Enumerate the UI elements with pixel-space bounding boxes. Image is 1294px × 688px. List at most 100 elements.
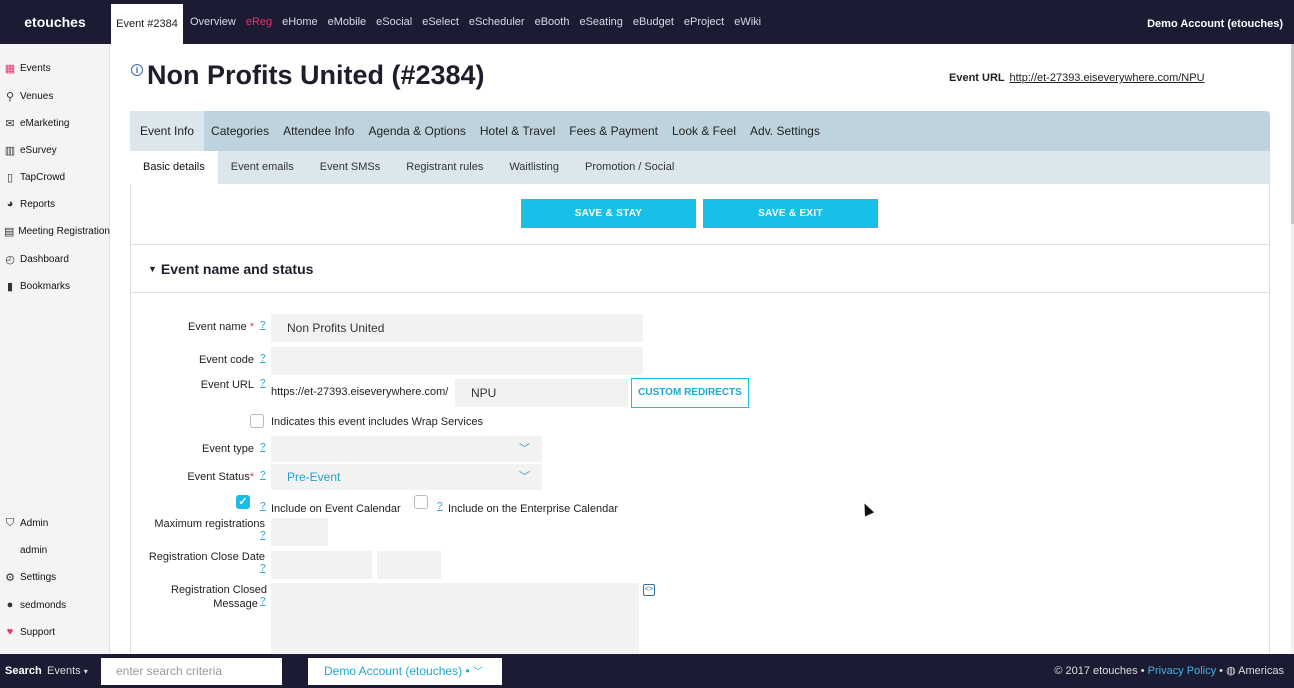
tab-adv-settings[interactable]: Adv. Settings: [743, 111, 827, 151]
primary-tabs: Event Info Categories Attendee Info Agen…: [130, 111, 1270, 151]
help-link[interactable]: ?: [260, 563, 266, 574]
tab-basic-details[interactable]: Basic details: [130, 151, 218, 184]
reg-close-time-field[interactable]: [377, 551, 441, 579]
nav-esocial[interactable]: eSocial: [376, 16, 412, 28]
privacy-policy-link[interactable]: Privacy Policy: [1148, 665, 1216, 677]
help-link[interactable]: ?: [260, 596, 266, 607]
top-nav: Overview eReg eHome eMobile eSocial eSel…: [190, 0, 771, 44]
sidebar-item-label: eSurvey: [20, 144, 57, 156]
shield-icon: ⛉: [5, 516, 15, 529]
event-name-field[interactable]: Non Profits United: [271, 314, 643, 342]
nav-emobile[interactable]: eMobile: [328, 16, 367, 28]
enterprise-calendar-checkbox[interactable]: [414, 495, 428, 509]
reg-close-date-label: Registration Close Date: [148, 551, 265, 563]
sidebar-item-user[interactable]: ● sedmonds: [0, 595, 110, 615]
chart-icon: ▥: [4, 144, 16, 157]
nav-ereg[interactable]: eReg: [246, 16, 272, 28]
tab-event-emails[interactable]: Event emails: [218, 151, 307, 184]
tab-waitlisting[interactable]: Waitlisting: [496, 151, 572, 184]
region-select[interactable]: Americas: [1238, 665, 1284, 677]
event-url-link[interactable]: http://et-27393.eiseverywhere.com/NPU: [1009, 72, 1204, 84]
event-tab[interactable]: Event #2384: [111, 4, 183, 44]
sidebar-item-support[interactable]: ♥ Support: [0, 622, 110, 642]
bookmark-icon: ▮: [6, 280, 14, 293]
nav-eseating[interactable]: eSeating: [579, 16, 622, 28]
nav-ebudget[interactable]: eBudget: [633, 16, 674, 28]
sidebar-item-reports[interactable]: ◕ Reports: [0, 194, 110, 214]
sidebar-item-dashboard[interactable]: ◴ Dashboard: [0, 249, 110, 269]
section-toggle[interactable]: ▼ Event name and status: [148, 261, 313, 277]
tab-promotion-social[interactable]: Promotion / Social: [572, 151, 687, 184]
help-link[interactable]: ?: [260, 353, 266, 364]
sidebar-item-tapcrowd[interactable]: ▯ TapCrowd: [0, 167, 110, 187]
info-icon[interactable]: i: [131, 64, 143, 76]
code-editor-icon[interactable]: <>: [643, 584, 655, 596]
tab-agenda-options[interactable]: Agenda & Options: [361, 111, 472, 151]
help-link[interactable]: ?: [260, 501, 266, 512]
sidebar-item-meeting-registration[interactable]: ▤ Meeting Registration: [0, 221, 110, 241]
meeting-icon: ▤: [3, 225, 15, 238]
sidebar: ▦ Events ⚲ Venues ✉ eMarketing ▥ eSurvey…: [0, 44, 110, 654]
nav-eselect[interactable]: eSelect: [422, 16, 459, 28]
save-stay-button[interactable]: SAVE & STAY: [521, 199, 696, 228]
nav-ehome[interactable]: eHome: [282, 16, 317, 28]
sidebar-item-label: sedmonds: [20, 599, 67, 611]
event-url-prefix: https://et-27393.eiseverywhere.com/: [271, 386, 449, 398]
event-url-field[interactable]: NPU: [455, 379, 628, 407]
sidebar-item-emarketing[interactable]: ✉ eMarketing: [0, 113, 110, 133]
sidebar-item-admin[interactable]: ⛉ Admin: [0, 513, 110, 533]
event-code-field[interactable]: [271, 347, 643, 375]
search-input[interactable]: enter search criteria: [101, 658, 282, 685]
help-link[interactable]: ?: [260, 378, 266, 389]
sidebar-item-bookmarks[interactable]: ▮ Bookmarks: [0, 276, 110, 296]
sidebar-item-venues[interactable]: ⚲ Venues: [0, 86, 110, 106]
envelope-icon: ✉: [5, 117, 15, 130]
chevron-down-icon: ▾: [83, 667, 88, 676]
save-exit-button[interactable]: SAVE & EXIT: [703, 199, 878, 228]
tab-registrant-rules[interactable]: Registrant rules: [393, 151, 496, 184]
account-select[interactable]: Demo Account (etouches) • ﹀: [308, 658, 502, 685]
max-registrations-label: Maximum registrations: [154, 518, 265, 530]
event-type-select[interactable]: ﹀: [271, 436, 542, 462]
heart-icon: ♥: [6, 626, 14, 638]
nav-eproject[interactable]: eProject: [684, 16, 724, 28]
tab-look-feel[interactable]: Look & Feel: [665, 111, 743, 151]
event-status-select[interactable]: Pre-Event ﹀: [271, 464, 542, 490]
sidebar-item-label: Venues: [20, 90, 54, 102]
sidebar-item-label: TapCrowd: [20, 171, 66, 183]
tab-categories[interactable]: Categories: [204, 111, 276, 151]
help-link[interactable]: ?: [260, 442, 266, 453]
reg-closed-message-field[interactable]: [271, 583, 639, 654]
caret-down-icon: ▼: [148, 264, 157, 274]
reg-close-date-field[interactable]: [271, 551, 372, 579]
help-link[interactable]: ?: [437, 501, 443, 512]
sidebar-item-settings[interactable]: ⚙ Settings: [0, 567, 110, 587]
nav-overview[interactable]: Overview: [190, 16, 236, 28]
help-link[interactable]: ?: [260, 530, 266, 541]
nav-escheduler[interactable]: eScheduler: [469, 16, 525, 28]
copyright: © 2017 etouches •: [1054, 665, 1145, 677]
brand-logo[interactable]: etouches: [0, 0, 110, 44]
custom-redirects-button[interactable]: CUSTOM REDIRECTS: [631, 378, 749, 408]
event-calendar-checkbox[interactable]: ✓: [236, 495, 250, 509]
nav-ewiki[interactable]: eWiki: [734, 16, 761, 28]
wrap-services-checkbox[interactable]: [250, 414, 264, 428]
sidebar-item-label: Settings: [20, 571, 57, 583]
tab-hotel-travel[interactable]: Hotel & Travel: [473, 111, 562, 151]
event-type-label: Event type: [202, 443, 254, 455]
help-link[interactable]: ?: [260, 470, 266, 481]
help-link[interactable]: ?: [260, 320, 266, 331]
tab-event-smss[interactable]: Event SMSs: [307, 151, 394, 184]
max-registrations-field[interactable]: [271, 518, 328, 546]
sidebar-item-label: eMarketing: [20, 117, 70, 129]
event-name-label: Event name *: [187, 321, 254, 333]
tab-event-info[interactable]: Event Info: [130, 111, 205, 151]
sidebar-item-admin-user[interactable]: admin: [0, 540, 110, 560]
nav-ebooth[interactable]: eBooth: [535, 16, 570, 28]
account-name[interactable]: Demo Account (etouches): [1147, 0, 1283, 44]
sidebar-item-events[interactable]: ▦ Events: [0, 58, 110, 78]
sidebar-item-esurvey[interactable]: ▥ eSurvey: [0, 140, 110, 160]
tab-fees-payment[interactable]: Fees & Payment: [562, 111, 665, 151]
search-scope-select[interactable]: Events ▾: [47, 654, 88, 688]
tab-attendee-info[interactable]: Attendee Info: [276, 111, 361, 151]
